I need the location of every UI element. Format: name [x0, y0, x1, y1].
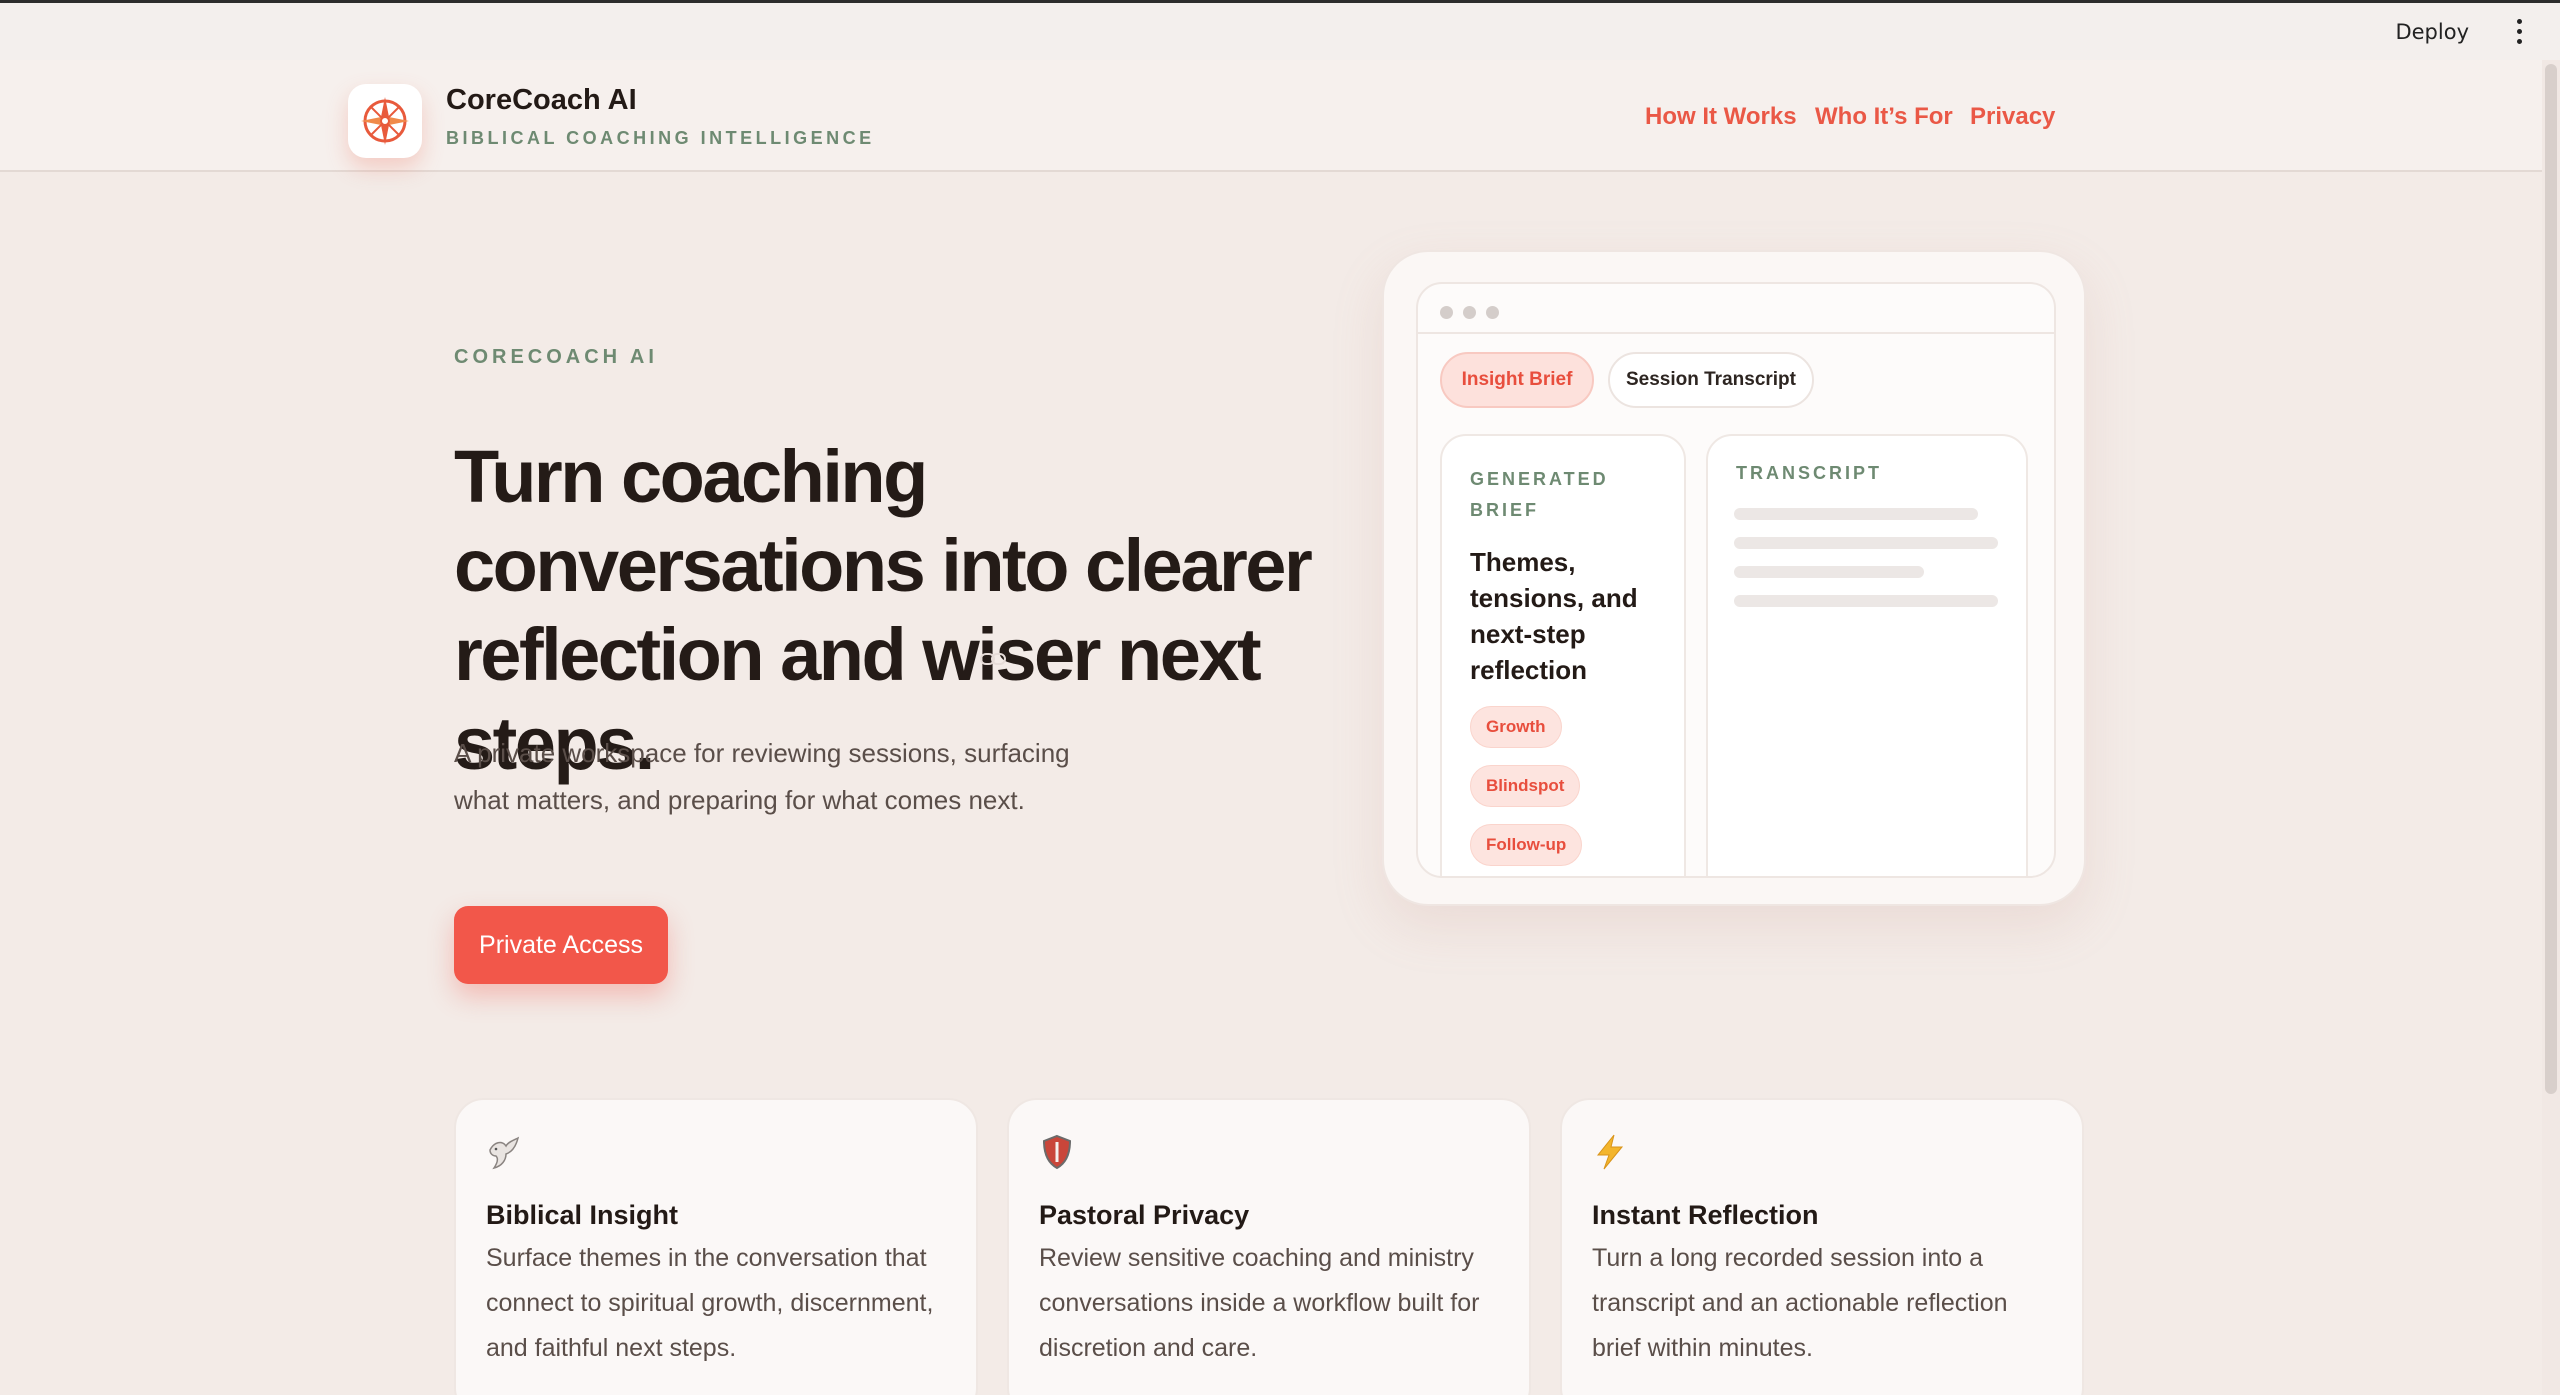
dove-icon	[489, 1136, 520, 1170]
nav-who-its-for[interactable]: Who It’s For	[1815, 103, 1953, 131]
nav-privacy[interactable]: Privacy	[1970, 103, 2055, 131]
mockup-window: Insight Brief Session Transcript GENERAT…	[1416, 282, 2056, 878]
logo[interactable]	[348, 84, 422, 158]
transcript-placeholder-line	[1734, 566, 1924, 578]
compass-icon	[361, 97, 409, 145]
brand-subtitle: BIBLICAL COACHING INTELLIGENCE	[446, 128, 875, 148]
transcript-pane: TRANSCRIPT	[1706, 434, 2028, 876]
feature-card-biblical-insight: Biblical Insight Surface themes in the c…	[454, 1098, 978, 1395]
transcript-eyebrow: TRANSCRIPT	[1736, 463, 1882, 483]
transcript-placeholder-line	[1734, 595, 1998, 607]
hero-eyebrow: CORECOACH AI	[454, 346, 658, 368]
window-dot	[1463, 306, 1476, 319]
brief-eyebrow: GENERATED	[1470, 469, 1609, 489]
chip-follow-up[interactable]: Follow-up	[1470, 824, 1583, 866]
feature-card-pastoral-privacy: Pastoral Privacy Review sensitive coachi…	[1007, 1098, 1531, 1395]
hero-subtext: A private workspace for reviewing sessio…	[454, 738, 1070, 815]
link-icon[interactable]	[980, 652, 1006, 666]
site-header: CoreCoach AI BIBLICAL COACHING INTELLIGE…	[0, 60, 2542, 172]
kebab-menu-icon[interactable]	[2509, 15, 2530, 48]
window-dot	[1486, 306, 1499, 319]
brief-eyebrow: BRIEF	[1470, 500, 1539, 520]
brand-title[interactable]: CoreCoach AI	[446, 84, 637, 117]
app-toolbar: Deploy	[0, 0, 2560, 60]
mockup-titlebar	[1418, 284, 2054, 334]
feature-card-instant-reflection: Instant Reflection Turn a long recorded …	[1560, 1098, 2084, 1395]
nav-how-it-works[interactable]: How It Works	[1645, 103, 1797, 131]
tab-insight-brief[interactable]: Insight Brief	[1440, 352, 1594, 408]
feature-body: Surface themes in the conversation that …	[486, 1244, 934, 1362]
feature-body: Review sensitive coaching and ministry c…	[1039, 1244, 1480, 1362]
transcript-placeholder-line	[1734, 537, 1998, 549]
feature-body: Turn a long recorded session into a tran…	[1592, 1244, 2008, 1362]
lightning-icon	[1596, 1134, 1624, 1170]
brief-pane: GENERATED BRIEF Themes, tensions, and ne…	[1440, 434, 1686, 876]
transcript-placeholder-line	[1734, 508, 1978, 520]
deploy-button[interactable]: Deploy	[2395, 20, 2469, 44]
brief-title: Themes, tensions, and next-step reflecti…	[1470, 547, 1638, 685]
feature-title: Instant Reflection	[1592, 1200, 1819, 1230]
shield-icon	[1042, 1134, 1072, 1170]
chip-growth[interactable]: Growth	[1470, 706, 1562, 748]
private-access-button[interactable]: Private Access	[454, 906, 668, 984]
chip-blindspot[interactable]: Blindspot	[1470, 765, 1581, 807]
feature-title: Biblical Insight	[486, 1200, 679, 1230]
feature-title: Pastoral Privacy	[1039, 1200, 1250, 1230]
window-dot	[1440, 306, 1453, 319]
scrollbar-thumb[interactable]	[2545, 64, 2557, 1094]
tab-session-transcript[interactable]: Session Transcript	[1608, 352, 1814, 408]
app-preview-mockup: Insight Brief Session Transcript GENERAT…	[1382, 250, 2086, 906]
